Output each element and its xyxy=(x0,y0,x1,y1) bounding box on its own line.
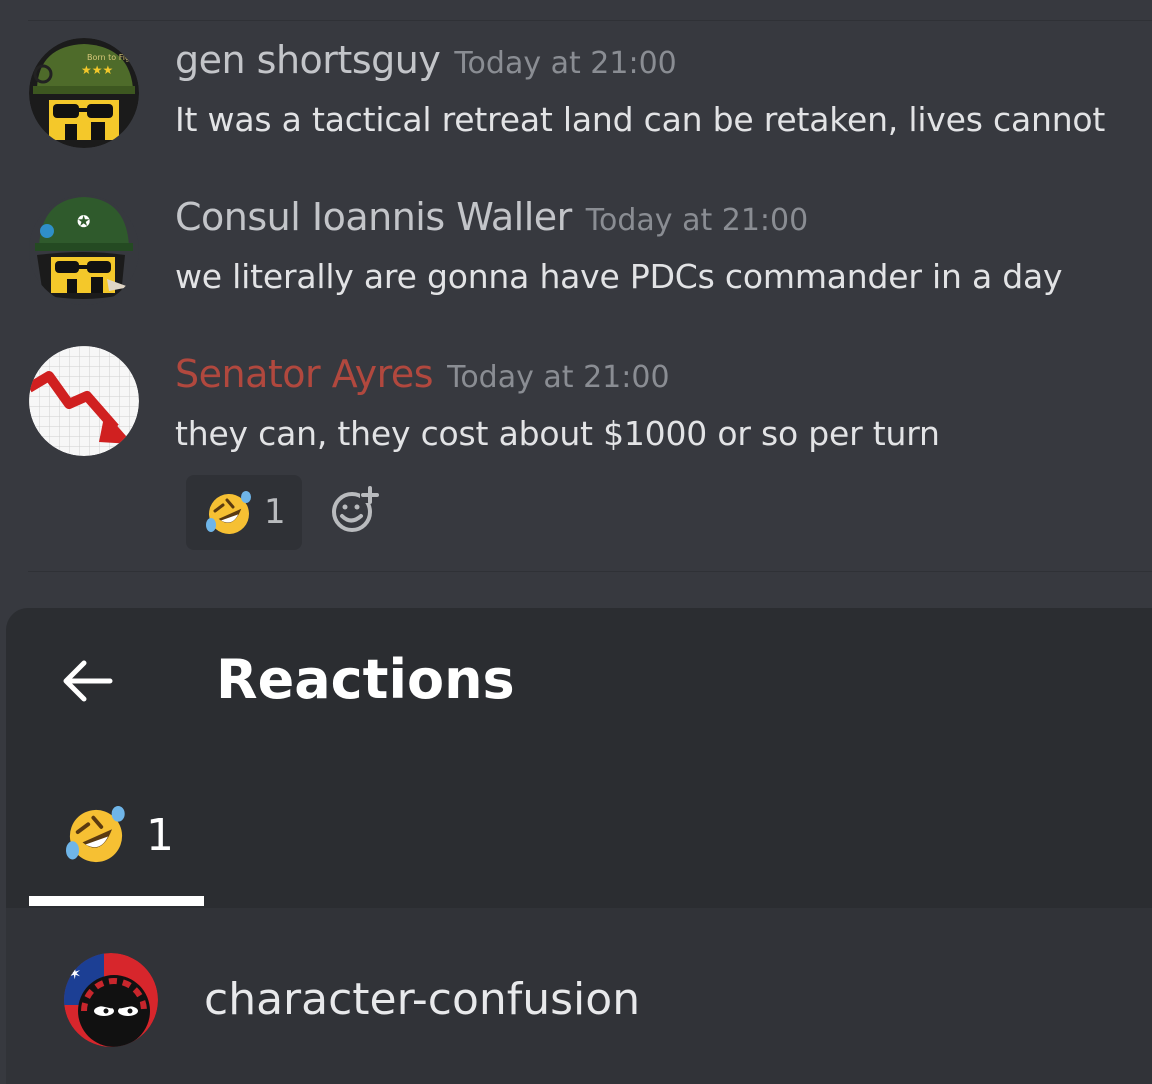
divider xyxy=(28,571,1152,572)
timestamp: Today at 21:00 xyxy=(585,203,809,238)
reaction-user-name[interactable]: character-confusion xyxy=(204,974,640,1025)
rolling-on-floor-laughing-icon xyxy=(206,491,252,537)
reaction-count: 1 xyxy=(264,492,286,532)
message-header: Senator Ayres Today at 21:00 xyxy=(175,352,670,396)
message-header: Consul Ioannis Waller Today at 21:00 xyxy=(175,195,808,239)
message-content: they can, they cost about $1000 or so pe… xyxy=(175,414,940,453)
message-content: we literally are gonna have PDCs command… xyxy=(175,257,1063,296)
author-name[interactable]: Senator Ayres xyxy=(175,352,434,396)
timestamp: Today at 21:00 xyxy=(447,360,670,395)
tab-selected-indicator xyxy=(29,896,204,906)
message-content: It was a tactical retreat land can be re… xyxy=(175,100,1106,139)
message-header: gen shortsguy Today at 21:00 xyxy=(175,38,677,82)
svg-text:✪: ✪ xyxy=(77,212,90,231)
author-name[interactable]: gen shortsguy xyxy=(175,38,441,82)
tab-count: 1 xyxy=(146,810,174,861)
tab-reaction[interactable] xyxy=(28,800,204,908)
timestamp: Today at 21:00 xyxy=(454,46,677,81)
helmet-text: Born to Fight xyxy=(87,53,138,62)
helmet-avatar-icon[interactable]: ✪ xyxy=(29,195,139,305)
reaction-chip[interactable]: 1 xyxy=(186,475,302,550)
helmet-avatar-icon[interactable]: Born to Fight ★★★ xyxy=(29,38,139,148)
add-reaction-icon[interactable] xyxy=(330,485,380,535)
arrow-left-icon[interactable] xyxy=(60,657,114,705)
page-title: Reactions xyxy=(216,648,515,711)
countryball-avatar-icon[interactable]: ✶ xyxy=(64,953,158,1047)
author-name[interactable]: Consul Ioannis Waller xyxy=(175,195,572,239)
message-list: Born to Fight ★★★ gen shortsguy Today at … xyxy=(0,0,1152,600)
rolling-on-floor-laughing-icon xyxy=(66,806,126,866)
divider xyxy=(28,20,1152,21)
stock-decline-avatar-icon[interactable] xyxy=(29,346,139,456)
svg-text:★★★: ★★★ xyxy=(81,63,113,77)
